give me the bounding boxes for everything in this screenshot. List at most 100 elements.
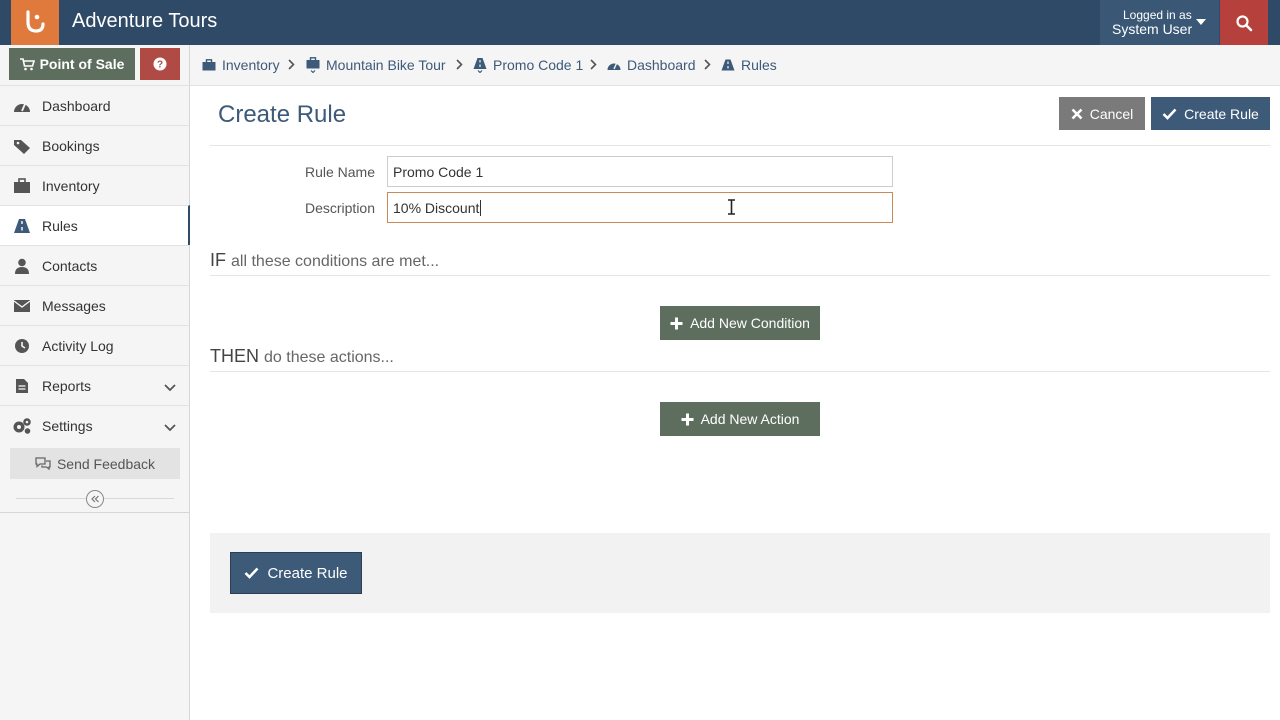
- page-title: Create Rule: [218, 101, 347, 128]
- top-bar-edge: [1268, 0, 1280, 45]
- svg-text:?: ?: [157, 60, 163, 71]
- check-icon: [1162, 108, 1177, 120]
- plus-icon: [670, 317, 683, 329]
- top-bar: Adventure Tours Logged in as System User: [0, 0, 1280, 45]
- breadcrumb: Inventory Mountain Bike Tour Promo Code …: [190, 45, 1280, 86]
- dashboard-icon: [607, 63, 621, 70]
- app-title: Adventure Tours: [72, 10, 218, 32]
- conditions-heading: IF all these conditions are met...: [210, 250, 439, 271]
- point-of-sale-button[interactable]: Point of Sale: [9, 48, 135, 80]
- description-input[interactable]: 10% Discount: [387, 192, 893, 223]
- actions-heading-strong: THEN: [210, 346, 259, 366]
- sidebar-item-label: Reports: [42, 378, 92, 394]
- sidebar-item-settings[interactable]: Settings: [0, 405, 190, 445]
- title-divider: [210, 145, 1270, 146]
- chevron-right-icon: [288, 58, 295, 73]
- dashboard-icon: [12, 97, 32, 115]
- sidebar-item-bookings[interactable]: Bookings: [0, 125, 190, 165]
- double-chevron-left-icon: [91, 495, 99, 503]
- breadcrumb-item-inventory[interactable]: Inventory: [202, 57, 280, 73]
- caret-down-icon: [1196, 19, 1206, 25]
- briefcase-icon: [12, 177, 32, 195]
- search-icon: [1236, 14, 1253, 31]
- create-rule-button-bottom[interactable]: Create Rule: [230, 552, 362, 594]
- cancel-button[interactable]: Cancel: [1059, 97, 1145, 130]
- sidebar-item-label: Activity Log: [42, 338, 114, 354]
- add-new-action-label: Add New Action: [700, 411, 800, 427]
- conditions-heading-strong: IF: [210, 250, 226, 270]
- briefcase-icon: [202, 59, 216, 71]
- send-feedback-label: Send Feedback: [56, 455, 156, 472]
- road-icon: [473, 58, 487, 73]
- create-rule-label: Create Rule: [1184, 105, 1259, 122]
- sidebar-item-label: Settings: [42, 418, 93, 434]
- chevron-right-icon: [590, 58, 597, 73]
- cogs-icon: [12, 417, 32, 435]
- rule-name-value: Promo Code 1: [393, 163, 484, 180]
- sidebar-item-label: Rules: [42, 218, 78, 234]
- sidebar-divider: [0, 512, 190, 513]
- question-circle-icon: ?: [153, 57, 167, 71]
- sidebar-item-messages[interactable]: Messages: [0, 285, 190, 325]
- breadcrumb-label: Inventory: [222, 57, 280, 73]
- logo-icon[interactable]: [11, 0, 59, 45]
- chevron-right-icon: [704, 58, 711, 73]
- road-icon: [721, 59, 735, 71]
- ibeam-cursor-icon: [727, 199, 736, 220]
- send-feedback-button[interactable]: Send Feedback: [10, 448, 180, 479]
- add-new-condition-button[interactable]: Add New Condition: [660, 306, 820, 340]
- user-icon: [12, 257, 32, 275]
- actions-divider: [210, 371, 1270, 372]
- tag-icon: [12, 137, 32, 155]
- sidebar-item-label: Messages: [42, 298, 106, 314]
- chevron-down-icon: [164, 379, 176, 395]
- sidebar-item-contacts[interactable]: Contacts: [0, 245, 190, 285]
- add-new-action-button[interactable]: Add New Action: [660, 402, 820, 436]
- rule-name-input[interactable]: Promo Code 1: [387, 156, 893, 187]
- sidebar-item-rules[interactable]: Rules: [0, 205, 190, 245]
- conditions-heading-text: all these conditions are met...: [231, 253, 440, 270]
- user-menu[interactable]: Logged in as System User: [1100, 0, 1219, 45]
- briefcase-icon: [306, 57, 320, 73]
- cancel-label: Cancel: [1089, 105, 1134, 122]
- sidebar-item-activity-log[interactable]: Activity Log: [0, 325, 190, 365]
- add-new-condition-label: Add New Condition: [690, 315, 810, 331]
- help-button[interactable]: ?: [140, 48, 180, 80]
- create-rule-button-top[interactable]: Create Rule: [1151, 97, 1270, 130]
- rule-name-label: Rule Name: [304, 164, 375, 180]
- breadcrumb-item-dashboard[interactable]: Dashboard: [607, 57, 696, 73]
- form-footer: [210, 533, 1270, 613]
- sidebar-item-reports[interactable]: Reports: [0, 365, 190, 405]
- road-icon: [12, 217, 32, 235]
- sidebar-item-inventory[interactable]: Inventory: [0, 165, 190, 205]
- cart-icon: [19, 57, 35, 70]
- breadcrumb-item-mountain-bike-tour[interactable]: Mountain Bike Tour: [306, 57, 446, 73]
- breadcrumb-label: Promo Code 1: [493, 57, 584, 73]
- description-value: 10% Discount: [393, 199, 480, 216]
- breadcrumb-item-rules[interactable]: Rules: [721, 57, 777, 73]
- sidebar-item-label: Inventory: [42, 178, 100, 194]
- breadcrumb-label: Dashboard: [627, 57, 696, 73]
- sidebar-item-label: Dashboard: [42, 98, 111, 114]
- check-icon: [245, 567, 259, 579]
- actions-heading-text: do these actions...: [264, 349, 394, 366]
- point-of-sale-label: Point of Sale: [39, 56, 125, 72]
- sidebar-item-dashboard[interactable]: Dashboard: [0, 85, 190, 125]
- collapse-sidebar-button[interactable]: [86, 490, 104, 508]
- sidebar: Point of Sale ? Dashboard Bookings Inven…: [0, 45, 190, 720]
- text-caret: [480, 199, 482, 216]
- file-icon: [12, 377, 32, 395]
- create-rule-label: Create Rule: [267, 564, 348, 582]
- search-button[interactable]: [1220, 0, 1268, 45]
- clock-icon: [12, 337, 32, 355]
- breadcrumb-item-promo-code-1[interactable]: Promo Code 1: [473, 57, 583, 73]
- user-menu-caption: Logged in as: [1123, 8, 1192, 22]
- plus-icon: [681, 413, 694, 425]
- sidebar-item-label: Bookings: [42, 138, 100, 154]
- breadcrumb-label: Rules: [741, 57, 777, 73]
- comments-icon: [35, 457, 51, 470]
- description-label: Description: [304, 200, 375, 216]
- conditions-divider: [210, 275, 1270, 276]
- close-icon: [1071, 108, 1083, 119]
- actions-heading: THEN do these actions...: [210, 346, 394, 367]
